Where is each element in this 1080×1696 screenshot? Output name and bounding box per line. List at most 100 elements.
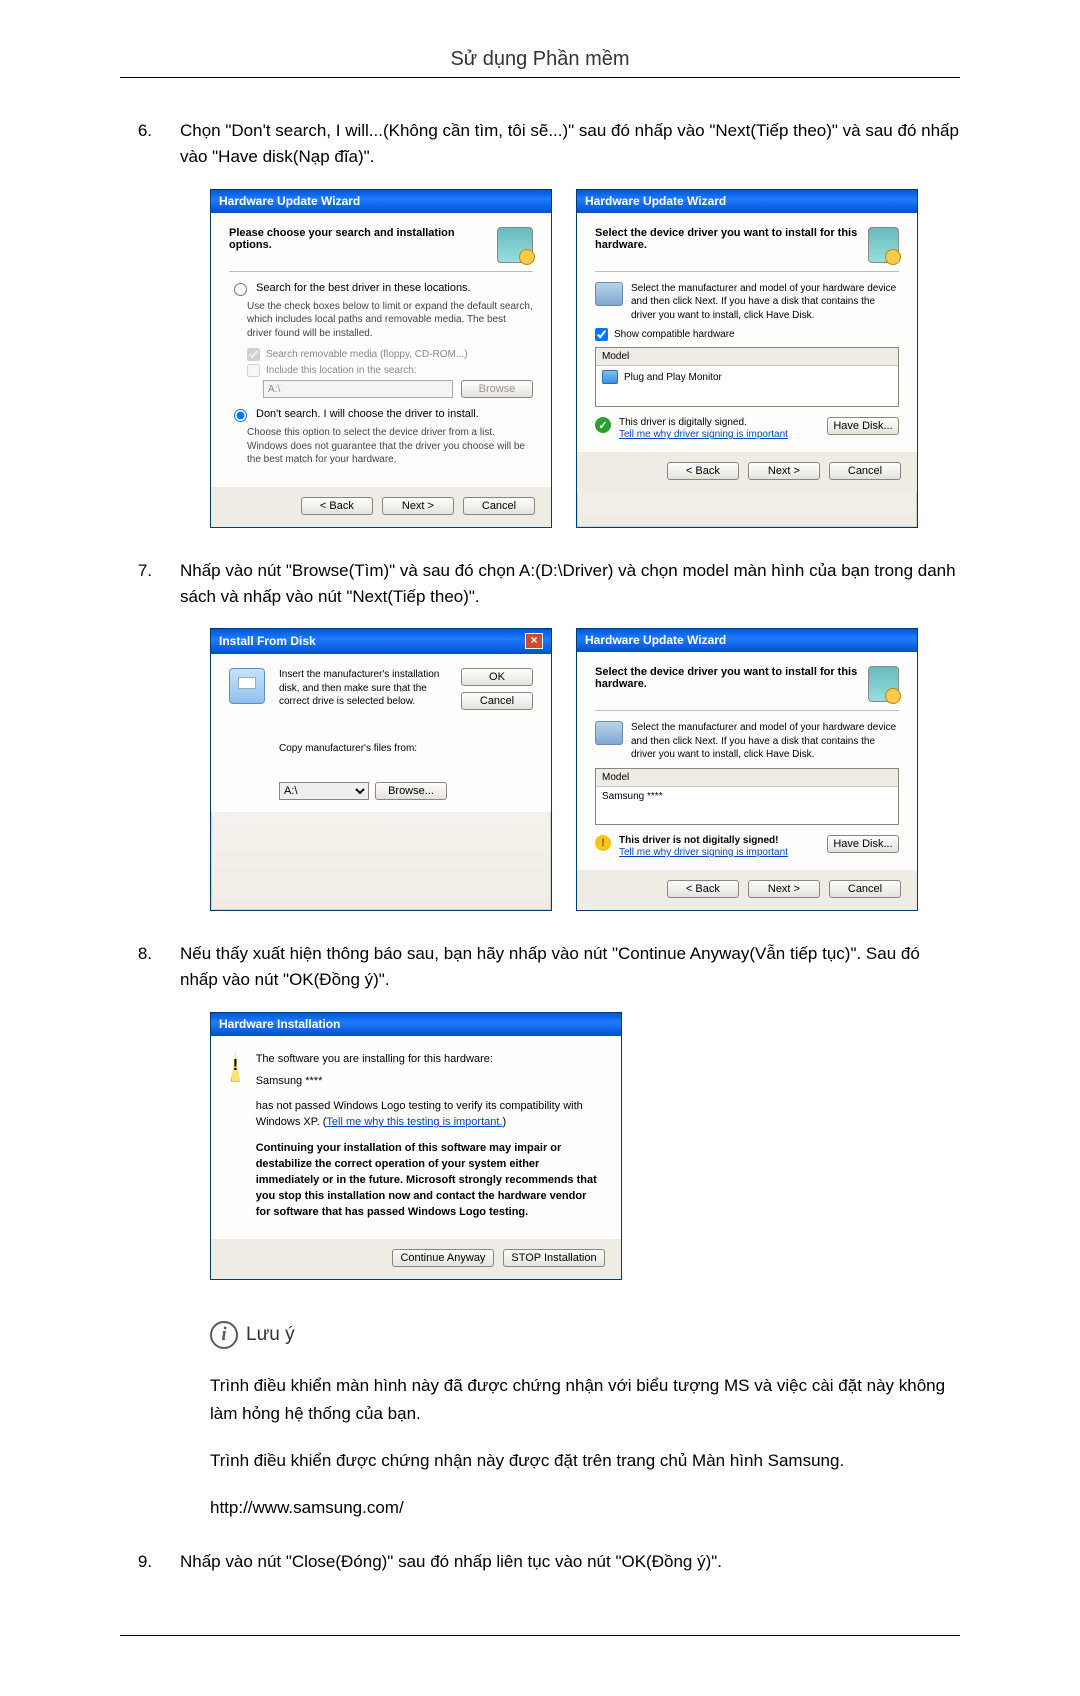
radio-label: Search for the best driver in these loca… — [256, 282, 471, 294]
disk-icon — [595, 282, 623, 306]
floppy-icon — [229, 668, 265, 704]
radio-input[interactable] — [234, 283, 247, 296]
radio-input[interactable] — [234, 409, 247, 422]
ifd-message: Insert the manufacturer's installation d… — [279, 668, 447, 709]
model-list[interactable]: Model Samsung **** — [595, 768, 899, 825]
hardware-installation-warning-dialog: Hardware Installation The software you a… — [210, 1012, 622, 1280]
wizard-icon — [868, 666, 899, 702]
footer-divider — [120, 1635, 960, 1636]
copy-from-label: Copy manufacturer's files from: — [279, 743, 447, 754]
titlebar: Hardware Update Wizard — [211, 190, 551, 213]
step-7: 7. Nhấp vào nút "Browse(Tìm)" và sau đó … — [120, 558, 960, 611]
page-title: Sử dụng Phần mềm — [0, 48, 1080, 71]
cancel-button[interactable]: Cancel — [829, 880, 901, 898]
note-block: i Lưu ý Trình điều khiển màn hình này đã… — [210, 1320, 960, 1521]
next-button[interactable]: Next > — [382, 497, 454, 515]
step-9: 9. Nhấp vào nút "Close(Đóng)" sau đó nhấ… — [120, 1549, 960, 1575]
signed-text: This driver is digitally signed. — [619, 417, 788, 428]
checkbox-show-compatible[interactable]: Show compatible hardware — [595, 328, 899, 341]
step-8: 8. Nếu thấy xuất hiện thông báo sau, bạn… — [120, 941, 960, 994]
cancel-button[interactable]: Cancel — [829, 462, 901, 480]
note-url: http://www.samsung.com/ — [210, 1494, 960, 1521]
warning-triangle-icon — [231, 1052, 240, 1082]
dialog-heading: Select the device driver you want to ins… — [595, 666, 868, 690]
step-number: 9. — [120, 1549, 152, 1575]
browse-button[interactable]: Browse... — [375, 782, 447, 800]
warn-bold-text: Continuing your installation of this sof… — [256, 1141, 601, 1221]
list-item[interactable]: Plug and Play Monitor — [596, 366, 898, 388]
signed-ok-icon: ✓ — [595, 417, 611, 433]
warn-line3: has not passed Windows Logo testing to v… — [256, 1099, 601, 1131]
list-header: Model — [596, 769, 898, 787]
browse-button[interactable]: Browse — [461, 380, 533, 398]
dialog-title: Hardware Update Wizard — [219, 194, 360, 208]
tell-me-link[interactable]: Tell me why driver signing is important — [619, 429, 788, 440]
dialog-title: Hardware Update Wizard — [585, 633, 726, 647]
checkbox-include-location[interactable]: Include this location in the search: — [247, 364, 533, 377]
radio-search-locations[interactable]: Search for the best driver in these loca… — [229, 282, 533, 296]
step8-screenshot: Hardware Installation The software you a… — [210, 1012, 1080, 1280]
dialog-info-text: Select the manufacturer and model of you… — [631, 721, 899, 762]
path-select[interactable]: A:\ — [279, 782, 369, 800]
next-button[interactable]: Next > — [748, 462, 820, 480]
cancel-button[interactable]: Cancel — [461, 692, 533, 710]
hardware-update-wizard-search-dialog: Hardware Update Wizard Please choose you… — [210, 189, 552, 528]
titlebar: Hardware Update Wizard — [577, 629, 917, 652]
list-header: Model — [596, 348, 898, 366]
step7-screenshots: Install From Disk × Insert the manufactu… — [210, 628, 1080, 911]
list-item-label: Samsung **** — [602, 791, 663, 802]
back-button[interactable]: < Back — [301, 497, 373, 515]
radio-dont-search[interactable]: Don't search. I will choose the driver t… — [229, 408, 533, 422]
ok-button[interactable]: OK — [461, 668, 533, 686]
continue-anyway-button[interactable]: Continue Anyway — [392, 1249, 494, 1267]
step-number: 7. — [120, 558, 152, 611]
dialog-title: Install From Disk — [219, 634, 316, 648]
cancel-button[interactable]: Cancel — [463, 497, 535, 515]
warn-l3b: ) — [503, 1116, 507, 1128]
wizard-icon — [868, 227, 899, 263]
monitor-icon — [602, 370, 618, 384]
warning-icon: ! — [595, 835, 611, 851]
dialog-heading: Select the device driver you want to ins… — [595, 227, 868, 251]
disk-icon — [595, 721, 623, 745]
checkbox-input[interactable] — [595, 328, 608, 341]
note-p2: Trình điều khiển được chứng nhận này đượ… — [210, 1447, 960, 1474]
checkbox-label: Search removable media (floppy, CD-ROM..… — [266, 349, 468, 360]
hardware-update-wizard-select-dialog-2: Hardware Update Wizard Select the device… — [576, 628, 918, 911]
step-number: 6. — [120, 118, 152, 171]
have-disk-button[interactable]: Have Disk... — [827, 835, 899, 853]
dialog-info-text: Select the manufacturer and model of you… — [631, 282, 899, 323]
note-p1: Trình điều khiển màn hình này đã được ch… — [210, 1372, 960, 1426]
checkbox-input[interactable] — [247, 364, 260, 377]
tell-me-link[interactable]: Tell me why driver signing is important — [619, 847, 788, 858]
titlebar: Hardware Update Wizard — [577, 190, 917, 213]
wizard-icon — [497, 227, 533, 263]
checkbox-input[interactable] — [247, 348, 260, 361]
list-item-label: Plug and Play Monitor — [624, 372, 722, 383]
step6-screenshots: Hardware Update Wizard Please choose you… — [210, 189, 1080, 528]
stop-installation-button[interactable]: STOP Installation — [503, 1249, 605, 1267]
back-button[interactable]: < Back — [667, 880, 739, 898]
list-item[interactable]: Samsung **** — [596, 787, 898, 806]
step-number: 8. — [120, 941, 152, 994]
dialog-title: Hardware Installation — [219, 1017, 340, 1031]
install-from-disk-dialog: Install From Disk × Insert the manufactu… — [210, 628, 552, 911]
have-disk-button[interactable]: Have Disk... — [827, 417, 899, 435]
titlebar: Install From Disk × — [211, 629, 551, 654]
note-icon: i — [210, 1321, 238, 1349]
checkbox-removable-media[interactable]: Search removable media (floppy, CD-ROM..… — [247, 348, 533, 361]
warn-line1: The software you are installing for this… — [256, 1052, 601, 1068]
testing-important-link[interactable]: Tell me why this testing is important. — [326, 1116, 502, 1128]
titlebar: Hardware Installation — [211, 1013, 621, 1036]
step-6: 6. Chọn "Don't search, I will...(Không c… — [120, 118, 960, 171]
path-input[interactable] — [263, 380, 453, 398]
dialog-title: Hardware Update Wizard — [585, 194, 726, 208]
note-title: Lưu ý — [246, 1320, 295, 1350]
step-text: Nếu thấy xuất hiện thông báo sau, bạn hã… — [180, 941, 960, 994]
header-divider — [120, 77, 960, 78]
back-button[interactable]: < Back — [667, 462, 739, 480]
hardware-update-wizard-select-dialog: Hardware Update Wizard Select the device… — [576, 189, 918, 528]
model-list[interactable]: Model Plug and Play Monitor — [595, 347, 899, 407]
next-button[interactable]: Next > — [748, 880, 820, 898]
close-icon[interactable]: × — [525, 633, 543, 649]
